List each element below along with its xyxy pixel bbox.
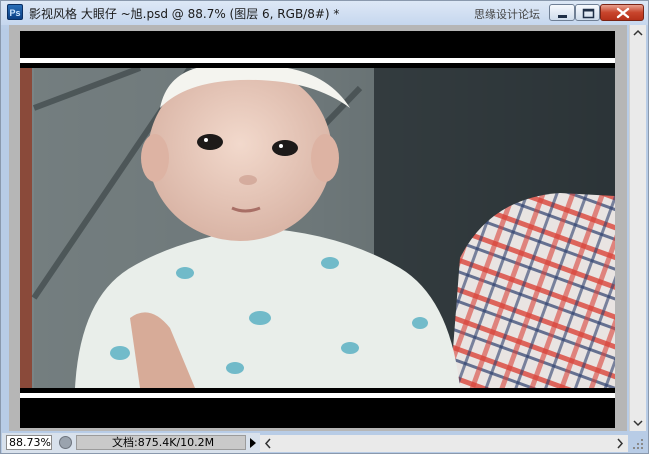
title-bar[interactable]: Ps 影视风格 大眼仔 ~旭.psd @ 88.7% (图层 6, RGB/8#… (1, 1, 648, 25)
letterbox-stripe-top (20, 58, 615, 63)
scroll-left-icon[interactable] (260, 435, 276, 452)
letterbox-stripe-bottom (20, 393, 615, 398)
status-menu-arrow-icon[interactable] (248, 437, 258, 449)
scroll-down-icon[interactable] (630, 415, 646, 431)
horizontal-scrollbar[interactable] (260, 435, 628, 452)
watermark-text: 思缘设计论坛 (474, 8, 540, 21)
zoom-field[interactable]: 88.73% (6, 435, 52, 450)
document-window: Ps 影视风格 大眼仔 ~旭.psd @ 88.7% (图层 6, RGB/8#… (0, 0, 649, 454)
photoshop-app-icon[interactable]: Ps (7, 4, 23, 20)
maximize-icon (582, 8, 595, 19)
minimize-icon (558, 15, 567, 18)
photo (20, 68, 615, 388)
vertical-scrollbar[interactable] (629, 25, 646, 431)
document-size-info: 文档:875.4K/10.2M (76, 435, 246, 450)
window-title: 影视风格 大眼仔 ~旭.psd @ 88.7% (图层 6, RGB/8#) * (29, 7, 340, 21)
resize-grip-icon[interactable] (629, 435, 646, 452)
close-icon (616, 7, 630, 19)
maximize-button[interactable] (575, 4, 600, 21)
document-canvas[interactable] (20, 31, 615, 428)
status-bar: 88.73% 文档:875.4K/10.2M (2, 433, 260, 453)
status-indicator-icon[interactable] (59, 436, 72, 449)
scroll-right-icon[interactable] (612, 435, 628, 452)
close-button[interactable] (600, 4, 644, 21)
minimize-button[interactable] (549, 4, 575, 21)
scroll-up-icon[interactable] (630, 25, 646, 41)
